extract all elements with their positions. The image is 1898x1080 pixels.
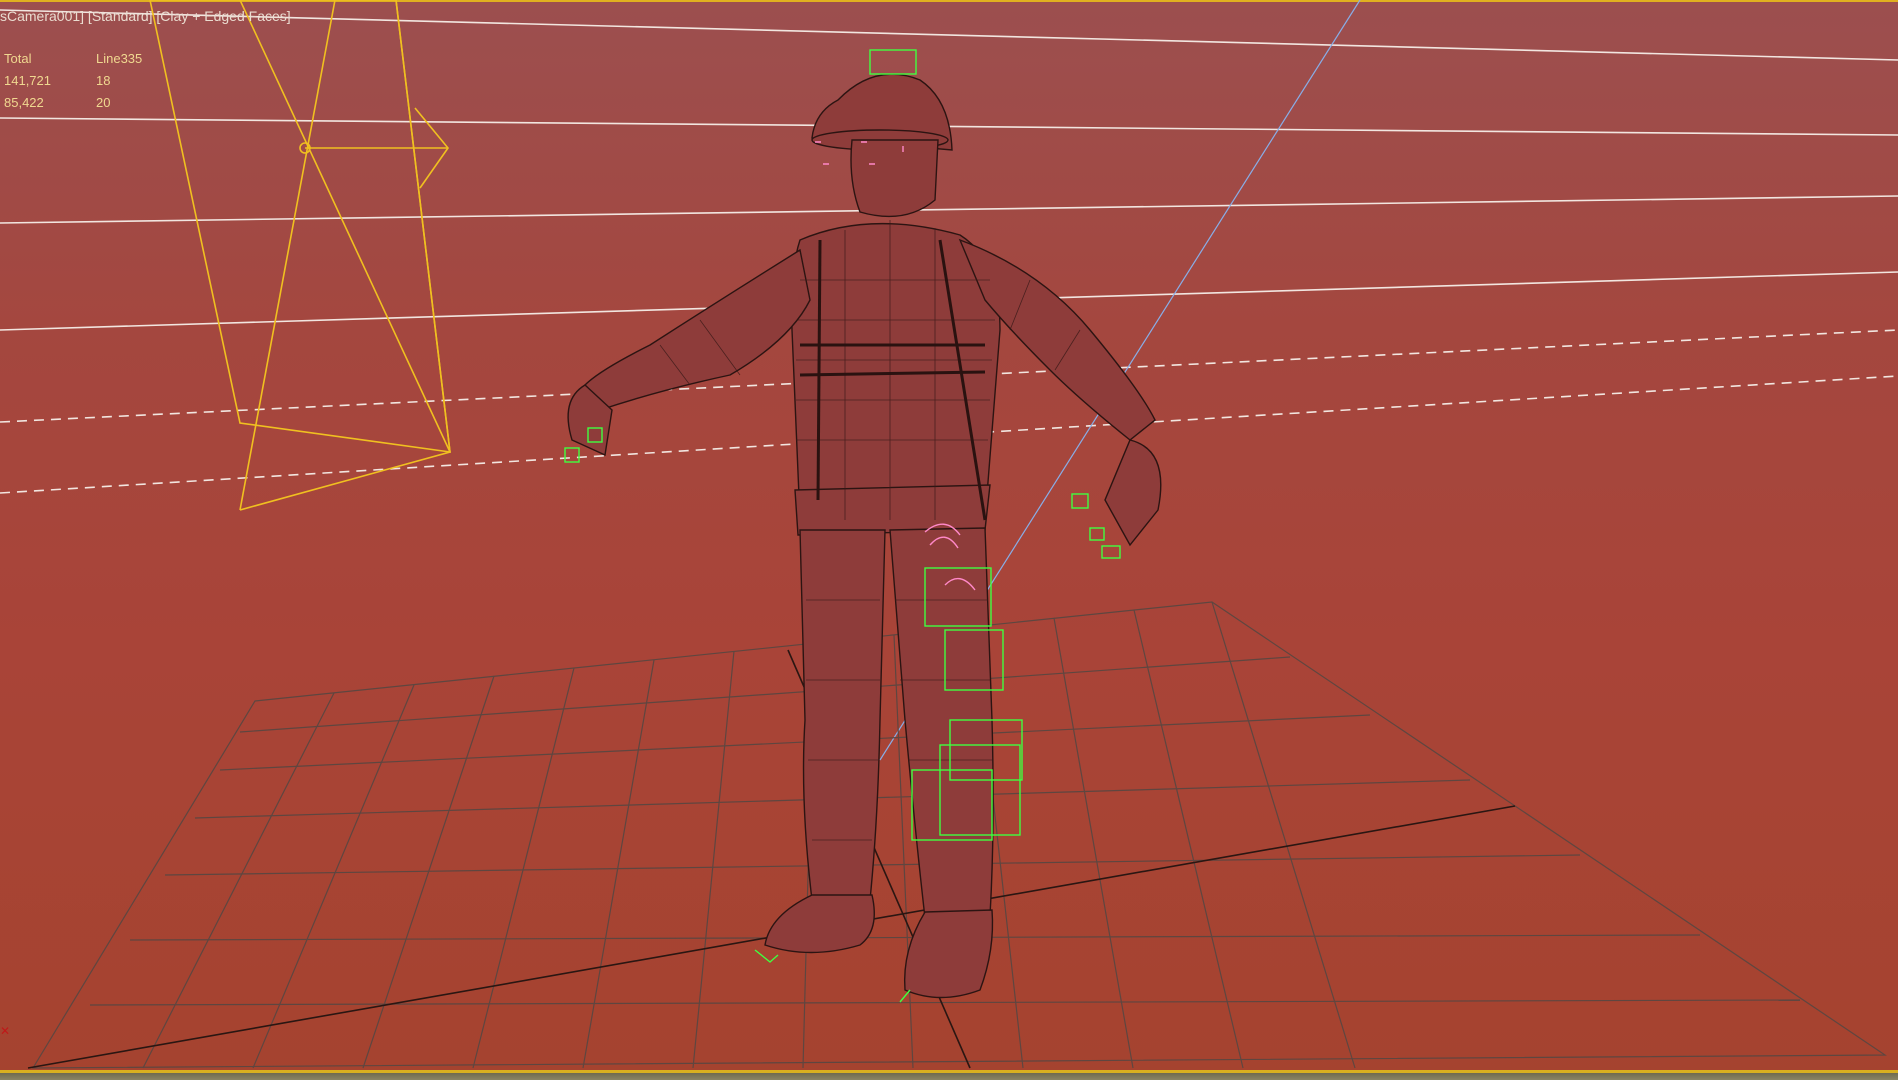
character-model	[567, 73, 1162, 999]
stats-polys-selection: 18	[96, 73, 111, 88]
camera-gizmo	[149, 0, 451, 511]
stats-verts-total: 85,422	[4, 95, 44, 110]
stats-header-total: Total	[4, 51, 32, 66]
stats-header-selection: Line335	[96, 51, 143, 66]
viewport-label[interactable]: sCamera001] [Standard] [Clay + Edged Fac…	[0, 8, 291, 24]
viewport-bottom-border	[0, 1070, 1898, 1080]
stats-header-row: Total Line335	[4, 48, 142, 70]
axis-tripod-icon: ✕	[0, 1024, 11, 1038]
stats-verts-selection: 20	[96, 95, 111, 110]
stats-polys-total: 141,721	[4, 73, 51, 88]
scene-canvas[interactable]	[0, 0, 1898, 1080]
stats-row-polys: 141,721 18	[4, 70, 142, 92]
viewport-camera[interactable]: sCamera001] [Standard] [Clay + Edged Fac…	[0, 0, 1898, 1080]
statistics-overlay: Total Line335 141,721 18 85,422 20	[4, 48, 142, 114]
stats-row-verts: 85,422 20	[4, 92, 142, 114]
